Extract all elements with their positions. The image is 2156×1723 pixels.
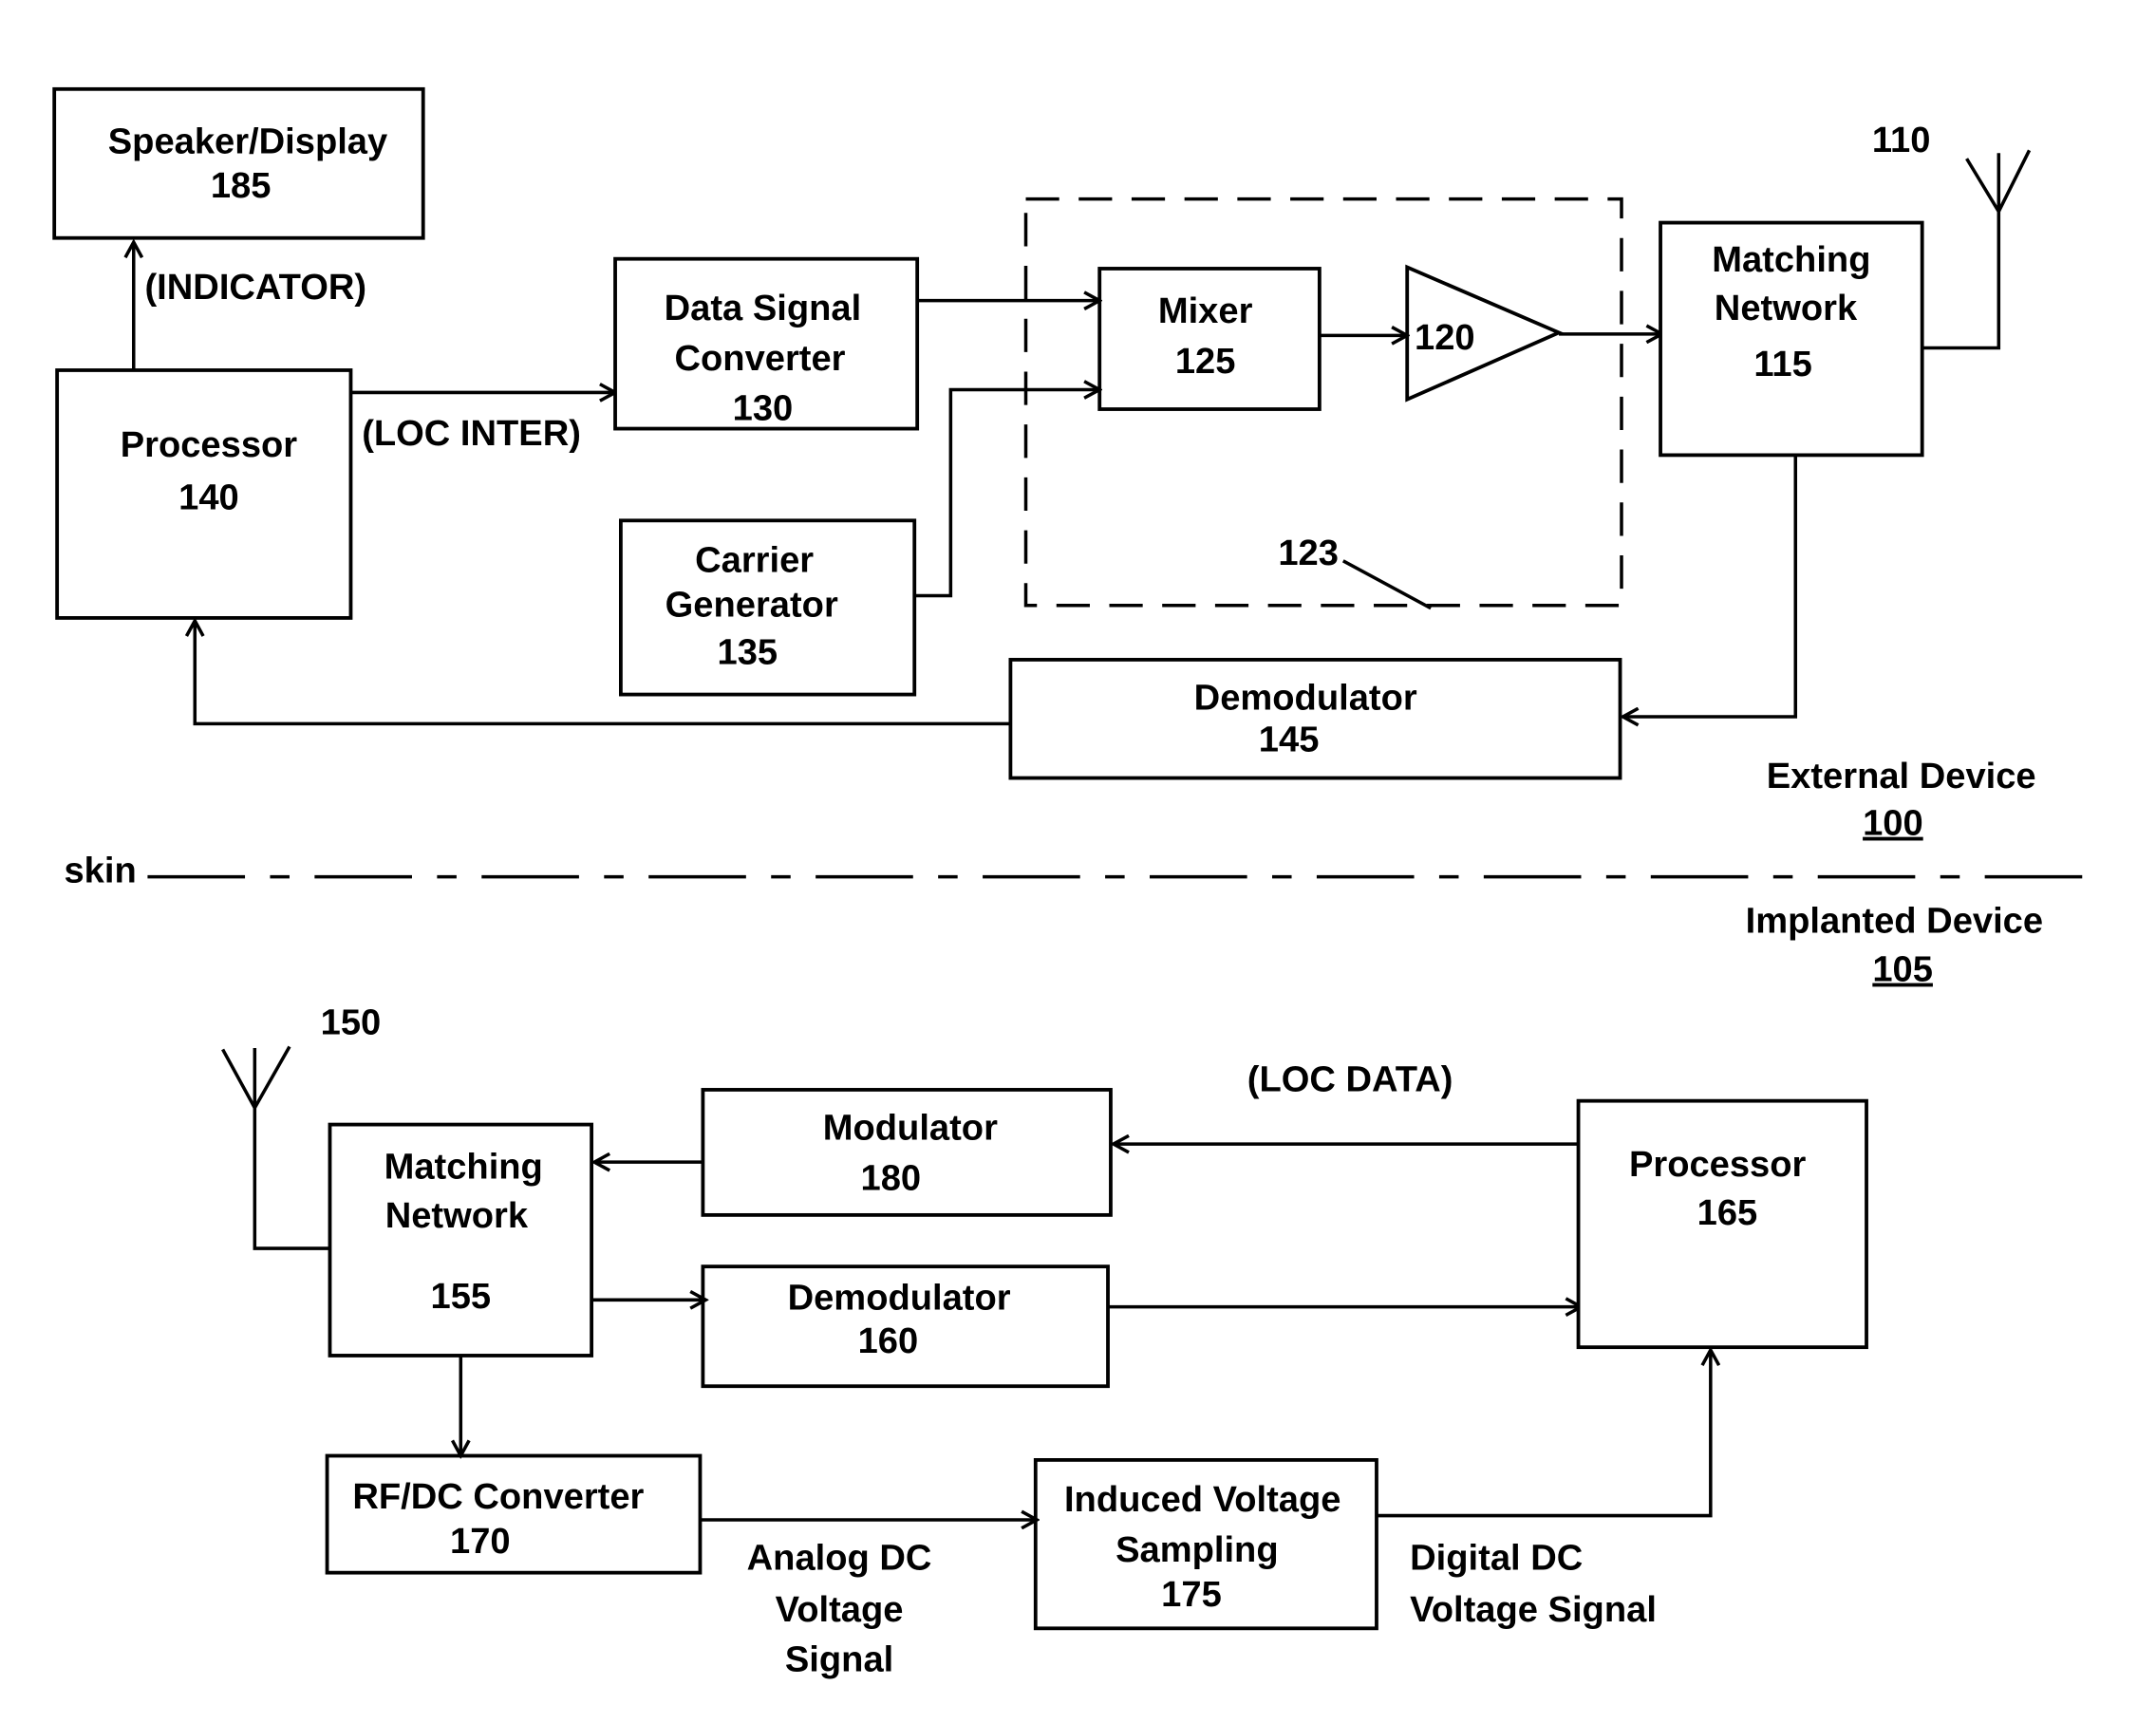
rf-dc-converter-name: RF/DC Converter xyxy=(352,1477,644,1517)
loc-inter-label: (LOC INTER) xyxy=(362,414,581,454)
demodulator-160-ref: 160 xyxy=(858,1321,919,1361)
demodulator-160-block: Demodulator 160 xyxy=(701,1264,1110,1389)
speaker-display-block: Speaker/Display 185 xyxy=(52,86,425,240)
antenna-150-icon xyxy=(221,1045,330,1250)
antenna-110-ref: 110 xyxy=(1872,121,1930,160)
carrier-generator-line1: Carrier xyxy=(695,541,814,581)
matching-network-155-line1: Matching xyxy=(384,1148,543,1188)
digital-dc-label-line2: Voltage Signal xyxy=(1410,1590,1657,1630)
processor-140-block: Processor 140 xyxy=(55,368,353,620)
processor-165-name: Processor xyxy=(1629,1145,1807,1185)
amplifier-block: 120 xyxy=(1405,264,1564,403)
external-device-ref: 100 xyxy=(1863,804,1923,844)
digital-dc-label-line1: Digital DC xyxy=(1410,1539,1583,1579)
induced-voltage-sampling-line1: Induced Voltage xyxy=(1064,1480,1341,1520)
carrier-generator-line2: Generator xyxy=(666,585,838,625)
carrier-to-mixer-arrow xyxy=(914,390,1099,598)
skin-label: skin xyxy=(64,851,136,890)
induced-voltage-sampling-block: Induced Voltage Sampling 175 xyxy=(1033,1458,1378,1631)
processor-140-ref: 140 xyxy=(178,478,239,518)
transmitter-group-ref: 123 xyxy=(1278,534,1339,573)
analog-dc-label-line2: Voltage xyxy=(776,1590,904,1630)
antenna-150-ref: 150 xyxy=(321,1002,382,1042)
sampling-to-processor-arrow xyxy=(1376,1350,1711,1518)
matching-network-115-line1: Matching xyxy=(1712,240,1870,280)
demodulator-145-block: Demodulator 145 xyxy=(1008,658,1622,780)
matching-network-155-ref: 155 xyxy=(430,1277,491,1317)
data-signal-converter-line2: Converter xyxy=(674,339,845,379)
speaker-display-ref: 185 xyxy=(211,166,272,206)
rf-dc-converter-ref: 170 xyxy=(450,1522,511,1562)
matching-to-demod-145-arrow xyxy=(1622,455,1798,717)
implanted-device-label: Implanted Device xyxy=(1746,901,2043,941)
rf-dc-converter-block: RF/DC Converter 170 xyxy=(325,1453,703,1575)
matching-network-155-line2: Network xyxy=(385,1196,529,1236)
analog-dc-label-line1: Analog DC xyxy=(747,1539,932,1579)
processor-165-block: Processor 165 xyxy=(1576,1098,1868,1350)
processor-165-ref: 165 xyxy=(1697,1193,1758,1233)
implanted-device-ref: 105 xyxy=(1872,950,1933,990)
data-signal-converter-ref: 130 xyxy=(733,389,794,429)
mixer-block: Mixer 125 xyxy=(1097,267,1322,411)
data-signal-converter-block: Data Signal Converter 130 xyxy=(613,256,920,431)
matching-network-115-line2: Network xyxy=(1715,289,1858,328)
external-device-label: External Device xyxy=(1767,757,2036,796)
mixer-name: Mixer xyxy=(1158,291,1253,331)
modulator-180-block: Modulator 180 xyxy=(701,1088,1113,1217)
induced-voltage-sampling-ref: 175 xyxy=(1161,1575,1222,1615)
carrier-generator-block: Carrier Generator 135 xyxy=(618,518,917,697)
processor-140-name: Processor xyxy=(121,425,298,465)
analog-dc-label-line3: Signal xyxy=(785,1640,893,1680)
loc-data-label: (LOC DATA) xyxy=(1247,1059,1453,1099)
transmitter-group-leader xyxy=(1341,559,1432,610)
mixer-ref: 125 xyxy=(1175,342,1236,382)
antenna-110-icon xyxy=(1922,149,2032,350)
modulator-180-name: Modulator xyxy=(823,1109,998,1149)
speaker-display-name: Speaker/Display xyxy=(108,122,387,161)
data-signal-converter-line1: Data Signal xyxy=(665,289,862,328)
matching-network-115-ref: 115 xyxy=(1753,345,1811,384)
indicator-label: (INDICATOR) xyxy=(144,268,366,308)
amplifier-ref: 120 xyxy=(1415,318,1475,358)
demodulator-145-name: Demodulator xyxy=(1194,679,1417,719)
matching-network-155-block: Matching Network 155 xyxy=(328,1122,594,1358)
matching-network-115-block: Matching Network 115 xyxy=(1659,220,1924,458)
block-diagram: Speaker/Display 185 Processor 140 (INDIC… xyxy=(52,86,2089,1680)
demodulator-145-ref: 145 xyxy=(1259,721,1320,760)
induced-voltage-sampling-line2: Sampling xyxy=(1115,1530,1279,1570)
demodulator-160-name: Demodulator xyxy=(788,1279,1011,1319)
carrier-generator-ref: 135 xyxy=(718,632,778,672)
modulator-180-ref: 180 xyxy=(861,1158,922,1198)
